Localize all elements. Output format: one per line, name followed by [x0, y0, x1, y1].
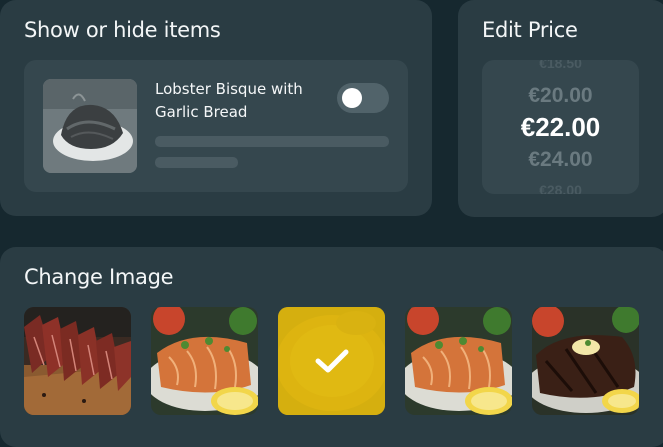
- image-option-salmon-1[interactable]: [151, 307, 258, 415]
- image-option-sliced-steak[interactable]: [24, 307, 131, 415]
- visibility-toggle[interactable]: [337, 83, 389, 113]
- show-hide-items-panel: Show or hide items Lobster Bisque with G…: [0, 0, 432, 216]
- price-option[interactable]: €28.00: [482, 182, 639, 194]
- edit-price-title: Edit Price: [482, 18, 578, 42]
- image-option-grilled-steak[interactable]: [532, 307, 639, 415]
- price-picker[interactable]: €18.50 €20.00 €22.00 €24.00 €28.00: [482, 60, 639, 194]
- selected-overlay: [278, 307, 385, 415]
- price-option-selected[interactable]: €22.00: [482, 112, 639, 143]
- price-option[interactable]: €18.50: [482, 60, 639, 71]
- item-thumbnail: [43, 79, 137, 173]
- price-option[interactable]: €24.00: [482, 148, 639, 172]
- toggle-knob: [342, 88, 362, 108]
- placeholder-line: [155, 136, 389, 147]
- change-image-panel: Change Image: [0, 247, 663, 447]
- checkmark-icon: [315, 349, 348, 373]
- show-hide-title: Show or hide items: [24, 18, 221, 42]
- image-option-bisque[interactable]: [278, 307, 385, 415]
- change-image-title: Change Image: [24, 265, 174, 289]
- placeholder-line: [155, 157, 238, 168]
- menu-item-card: Lobster Bisque with Garlic Bread: [24, 60, 408, 192]
- price-option[interactable]: €20.00: [482, 84, 639, 108]
- item-name: Lobster Bisque with Garlic Bread: [155, 80, 303, 121]
- edit-price-panel: Edit Price €18.50 €20.00 €22.00 €24.00 €…: [458, 0, 663, 217]
- image-option-salmon-2[interactable]: [405, 307, 512, 415]
